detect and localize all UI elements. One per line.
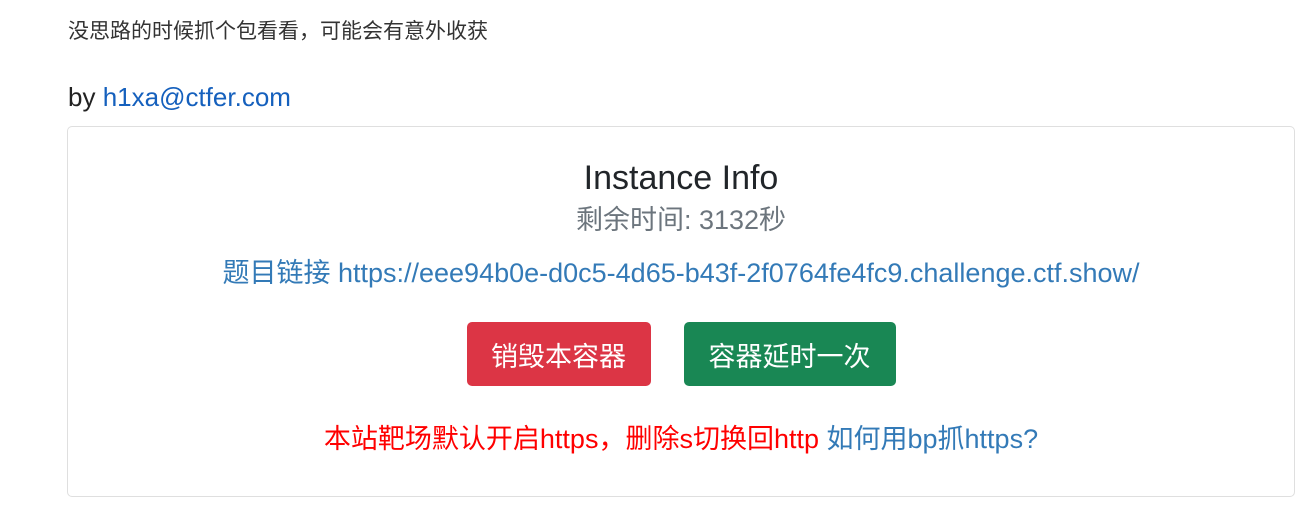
https-notice: 本站靶场默认开启https，删除s切换回http (323, 424, 819, 454)
author-email-link[interactable]: h1xa@ctfer.com (103, 82, 291, 112)
challenge-link[interactable]: https://eee94b0e-d0c5-4d65-b43f-2f0764fe… (338, 258, 1140, 288)
author-line: by h1xa@ctfer.com (68, 80, 291, 114)
https-notice-row: 本站靶场默认开启https，删除s切换回http 如何用bp抓https? (68, 421, 1294, 457)
instance-actions: 销毁本容器 容器延时一次 (68, 322, 1294, 386)
instance-info-title: Instance Info (583, 159, 779, 197)
challenge-link-row: 题目链接 https://eee94b0e-d0c5-4d65-b43f-2f0… (68, 255, 1294, 291)
instance-info-card: Instance Info 剩余时间: 3132秒 题目链接 https://e… (67, 126, 1295, 497)
challenge-hint: 没思路的时候抓个包看看，可能会有意外收获 (68, 19, 488, 43)
destroy-container-button[interactable]: 销毁本容器 (466, 322, 651, 386)
remaining-time: 剩余时间: 3132秒 (575, 205, 787, 235)
author-prefix: by (68, 82, 103, 112)
challenge-link-label: 题目链接 (222, 258, 338, 288)
bp-https-help-link[interactable]: 如何用bp抓https? (827, 424, 1039, 454)
extend-container-button[interactable]: 容器延时一次 (683, 322, 896, 386)
challenge-page: 没思路的时候抓个包看看，可能会有意外收获 by h1xa@ctfer.com I… (0, 0, 1311, 516)
